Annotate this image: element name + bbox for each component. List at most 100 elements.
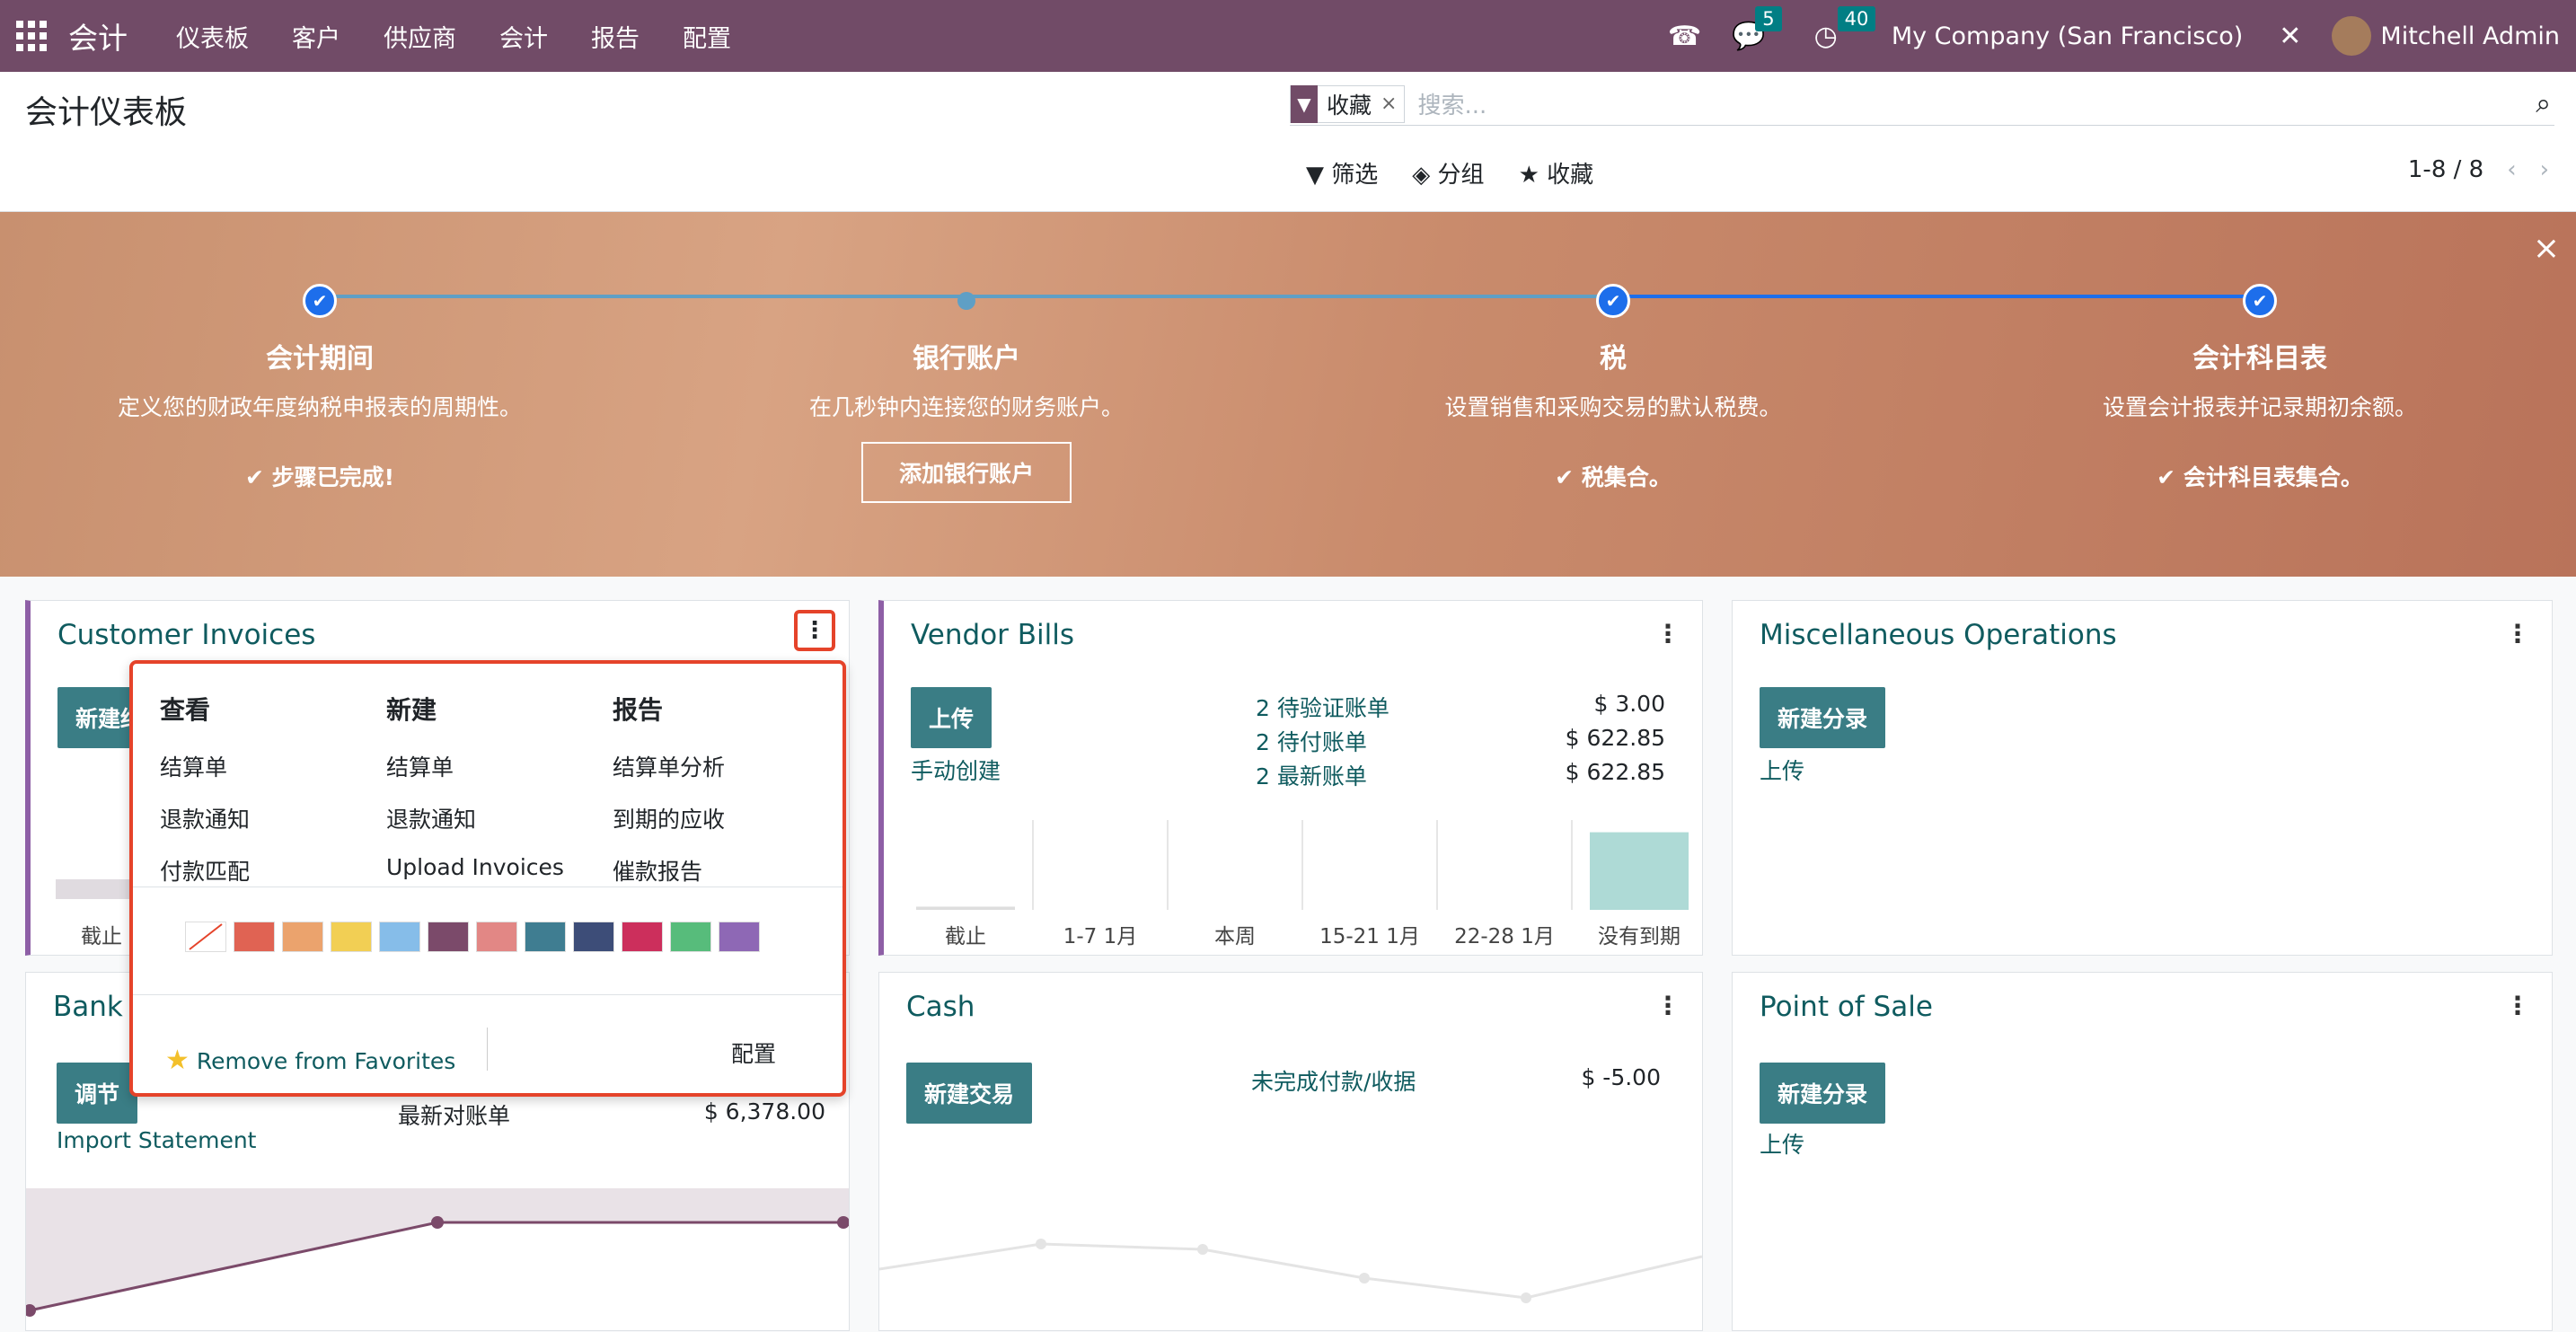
progress-line xyxy=(320,295,966,298)
menu-dashboard[interactable]: 仪表板 xyxy=(176,19,249,54)
company-switcher[interactable]: My Company (San Francisco) xyxy=(1892,22,2243,50)
axis-label: 1-7 1月 xyxy=(1063,925,1138,948)
import-statement-link[interactable]: Import Statement xyxy=(57,1127,256,1153)
color-swatch[interactable] xyxy=(379,922,420,952)
kebab-menu-icon[interactable]: ⋮ xyxy=(1655,991,1681,1020)
avatar[interactable] xyxy=(2332,16,2372,56)
card-title[interactable]: Cash xyxy=(906,991,975,1023)
view-credit-notes-item[interactable]: 退款通知 xyxy=(160,802,375,834)
menu-accounting[interactable]: 会计 xyxy=(499,19,548,54)
follow-up-report-item[interactable]: 催款报告 xyxy=(613,854,828,887)
search-facet[interactable]: ▼ 收藏 × xyxy=(1290,84,1406,123)
reconcile-button[interactable]: 调节 xyxy=(57,1063,138,1124)
funnel-icon: ▼ xyxy=(1306,162,1324,189)
upload-link[interactable]: 上传 xyxy=(1760,1127,1804,1160)
kebab-menu-icon[interactable]: ⋮ xyxy=(1655,619,1681,648)
search-icon[interactable]: ⌕ xyxy=(2536,88,2551,119)
pager-value[interactable]: 1-8 / 8 xyxy=(2408,156,2483,183)
journal-card-misc-operations: Miscellaneous Operations ⋮ 新建分录 上传 xyxy=(1732,600,2553,956)
invoice-analysis-item[interactable]: 结算单分析 xyxy=(613,750,828,782)
kebab-menu-icon[interactable]: ⋮ xyxy=(2505,991,2530,1020)
step-title[interactable]: 会计期间 xyxy=(0,336,643,375)
menu-vendors[interactable]: 供应商 xyxy=(384,19,456,54)
user-menu[interactable]: Mitchell Admin xyxy=(2380,22,2560,50)
aged-receivable-item[interactable]: 到期的应收 xyxy=(613,802,828,834)
step-desc: 定义您的财政年度纳税申报表的周期性。 xyxy=(117,394,522,420)
card-title[interactable]: Miscellaneous Operations xyxy=(1760,619,2117,651)
color-swatch[interactable] xyxy=(622,922,663,952)
apps-menu-icon[interactable] xyxy=(16,21,47,51)
pager-prev-icon[interactable]: ‹ xyxy=(2507,156,2516,183)
chart-bar[interactable] xyxy=(916,906,1015,910)
step-title[interactable]: 税 xyxy=(1290,336,1936,375)
search-input[interactable]: 搜索... xyxy=(1417,87,2536,120)
onboarding-banner: × ✔ ✔ ✔ 会计期间 定义您的财政年度纳税申报表的周期性。 ✔ 步骤已完成!… xyxy=(0,212,2576,577)
color-swatch[interactable] xyxy=(719,922,760,952)
stat-outstanding-payments[interactable]: 未完成付款/收据 xyxy=(1251,1064,1416,1097)
color-swatch[interactable] xyxy=(670,922,711,952)
create-manually-link[interactable]: 手动创建 xyxy=(911,754,1001,786)
activities-badge: 40 xyxy=(1837,5,1876,31)
card-title[interactable]: Bank xyxy=(53,991,123,1023)
color-swatch[interactable] xyxy=(331,922,372,952)
color-swatch[interactable] xyxy=(428,922,469,952)
stat-to-pay[interactable]: 2 待付账单 xyxy=(1256,725,1367,757)
check-icon: ✔ xyxy=(303,284,337,318)
kebab-menu-icon[interactable]: ⋮ xyxy=(2505,619,2530,648)
page-title: 会计仪表板 xyxy=(25,94,188,131)
color-swatch[interactable] xyxy=(234,922,275,952)
new-entry-button[interactable]: 新建分录 xyxy=(1760,687,1886,748)
stat-latest-statement[interactable]: 最新对账单 xyxy=(398,1098,510,1131)
add-bank-account-button[interactable]: 添加银行账户 xyxy=(860,442,1072,503)
new-transaction-button[interactable]: 新建交易 xyxy=(906,1063,1033,1124)
configure-link[interactable]: 配置 xyxy=(731,1036,776,1069)
pager-next-icon[interactable]: › xyxy=(2540,156,2549,183)
new-credit-note-item[interactable]: 退款通知 xyxy=(386,802,602,834)
messages-icon[interactable]: 💬 5 xyxy=(1732,5,1782,52)
upload-button[interactable]: 上传 xyxy=(911,687,992,748)
view-invoices-item[interactable]: 结算单 xyxy=(160,750,375,782)
filter-button[interactable]: ▼ 筛选 xyxy=(1306,156,1378,190)
app-brand[interactable]: 会计 xyxy=(68,14,128,57)
search-bar: ▼ 收藏 × 搜索... ⌕ xyxy=(1290,83,2554,126)
color-swatch[interactable] xyxy=(476,922,517,952)
step-title[interactable]: 银行账户 xyxy=(643,336,1290,375)
phone-icon[interactable]: ☎ xyxy=(1668,21,1701,52)
axis-label: 截止 xyxy=(945,925,986,948)
new-entry-button[interactable]: 新建分录 xyxy=(1760,1063,1886,1124)
upload-link[interactable]: 上传 xyxy=(1760,754,1804,786)
color-swatch[interactable] xyxy=(525,922,566,952)
axis-label: 没有到期 xyxy=(1598,925,1681,948)
close-icon[interactable]: × xyxy=(2533,230,2560,267)
color-swatch[interactable] xyxy=(573,922,614,952)
facet-label: 收藏 xyxy=(1327,92,1372,119)
card-title[interactable]: Customer Invoices xyxy=(57,619,315,651)
divider xyxy=(133,994,842,995)
stat-to-validate[interactable]: 2 待验证账单 xyxy=(1256,691,1389,723)
step-title[interactable]: 会计科目表 xyxy=(1936,336,2576,375)
facet-remove-icon[interactable]: × xyxy=(1381,93,1404,115)
new-heading: 新建 xyxy=(386,695,437,725)
menu-configuration[interactable]: 配置 xyxy=(683,19,731,54)
stat-value: $ 622.85 xyxy=(1565,759,1665,785)
card-title[interactable]: Point of Sale xyxy=(1760,991,1933,1023)
payment-matching-item[interactable]: 付款匹配 xyxy=(160,854,375,887)
stat-late-bills[interactable]: 2 最新账单 xyxy=(1256,759,1367,791)
remove-from-favorites-link[interactable]: ★ Remove from Favorites xyxy=(165,1045,455,1076)
chart-bar[interactable] xyxy=(1590,832,1689,910)
kebab-menu-icon[interactable]: ⋮ xyxy=(794,610,835,651)
new-invoice-item[interactable]: 结算单 xyxy=(386,750,602,782)
debug-tools-icon[interactable]: ✕ xyxy=(2279,21,2301,52)
step-desc: 设置会计报表并记录期初余额。 xyxy=(2102,394,2417,420)
favorites-button[interactable]: ★ 收藏 xyxy=(1519,156,1594,190)
no-color-swatch[interactable] xyxy=(185,922,226,952)
upload-invoices-item[interactable]: Upload Invoices xyxy=(386,854,602,880)
menu-reporting[interactable]: 报告 xyxy=(591,19,640,54)
activities-clock-icon[interactable]: ◷ 40 xyxy=(1814,5,1876,52)
card-title[interactable]: Vendor Bills xyxy=(911,619,1074,651)
filter-icon: ▼ xyxy=(1291,84,1318,123)
color-swatch[interactable] xyxy=(282,922,323,952)
menu-customers[interactable]: 客户 xyxy=(292,19,340,54)
journal-card-cash: Cash ⋮ 新建交易 未完成付款/收据 $ -5.00 xyxy=(878,972,1703,1331)
groupby-button[interactable]: ◈ 分组 xyxy=(1412,156,1484,190)
